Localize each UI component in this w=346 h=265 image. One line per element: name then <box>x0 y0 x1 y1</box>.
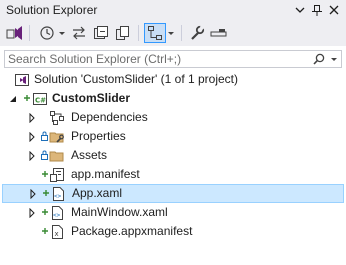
item-label: Dependencies <box>71 110 148 124</box>
preview-button[interactable] <box>210 23 228 43</box>
collapse-all-icon <box>94 26 108 39</box>
sync-icon <box>73 26 85 40</box>
collapsed-arrow-icon[interactable] <box>28 207 36 219</box>
csharp-project-icon: C# <box>32 91 48 107</box>
close-button[interactable] <box>326 2 342 18</box>
chevron-down-icon <box>295 7 305 13</box>
dependencies-icon <box>49 110 65 126</box>
switch-views-button[interactable] <box>6 23 24 43</box>
appxmanifest-file-icon: x <box>49 224 65 240</box>
tree-row-dependencies[interactable]: Dependencies <box>0 108 346 127</box>
tree-row-properties[interactable]: Properties <box>0 127 346 146</box>
search-options-dropdown[interactable] <box>330 54 338 68</box>
item-label: Properties <box>71 129 126 143</box>
item-label: Assets <box>71 148 108 162</box>
project-badge: C# <box>35 97 46 105</box>
tree-row-solution[interactable]: Solution 'CustomSlider' (1 of 1 project) <box>0 70 346 89</box>
tree-row-app-xaml[interactable]: <> App.xaml <box>2 184 344 203</box>
pin-button[interactable] <box>309 2 325 18</box>
collapse-all-button[interactable] <box>92 23 110 43</box>
xaml-file-icon: <> <box>49 205 65 221</box>
tree-row-mainwindow-xaml[interactable]: <> MainWindow.xaml <box>0 203 346 222</box>
svg-text:x: x <box>55 230 59 238</box>
collapsed-arrow-icon[interactable] <box>28 112 36 124</box>
title-bar: Solution Explorer <box>0 0 346 20</box>
add-state-icon <box>22 92 32 104</box>
close-icon <box>329 5 339 15</box>
item-label: app.manifest <box>71 167 140 181</box>
item-label: App.xaml <box>72 186 123 200</box>
search-icon[interactable] <box>313 53 325 68</box>
preview-icon <box>210 29 227 37</box>
solution-label: Solution 'CustomSlider' (1 of 1 project) <box>34 72 239 86</box>
item-label: Package.appxmanifest <box>71 224 193 238</box>
track-active-button[interactable] <box>144 23 166 43</box>
collapsed-arrow-icon[interactable] <box>29 188 37 200</box>
history-icon <box>40 26 54 40</box>
xaml-file-icon: <> <box>50 186 66 202</box>
dropdown-arrow-icon <box>331 58 337 61</box>
manifest-file-icon <box>49 167 65 183</box>
pin-icon <box>312 5 322 16</box>
collapsed-arrow-icon[interactable] <box>28 150 36 162</box>
history-button[interactable] <box>36 23 58 43</box>
window-title: Solution Explorer <box>6 3 98 17</box>
vs-switch-views-icon <box>6 26 22 40</box>
properties-folder-icon <box>49 129 65 145</box>
track-active-icon <box>148 26 162 40</box>
show-all-files-icon <box>116 26 129 40</box>
toolbar <box>0 20 346 46</box>
dropdown-arrow-icon <box>59 32 65 35</box>
expanded-arrow-icon[interactable] <box>9 93 17 103</box>
tree-row-package-appxmanifest[interactable]: x Package.appxmanifest <box>0 222 346 241</box>
svg-text:<>: <> <box>54 193 62 200</box>
window-dropdown-button[interactable] <box>292 2 308 18</box>
dropdown-arrow-icon <box>168 32 174 35</box>
tree-row-app-manifest[interactable]: app.manifest <box>0 165 346 184</box>
history-dropdown[interactable] <box>58 23 66 43</box>
tree-row-project[interactable]: C# CustomSlider <box>0 89 346 108</box>
tree-row-assets[interactable]: Assets <box>0 146 346 165</box>
search-input[interactable] <box>8 51 308 67</box>
solution-icon <box>14 72 30 88</box>
svg-text:<>: <> <box>53 212 61 219</box>
collapsed-arrow-icon[interactable] <box>28 131 36 143</box>
properties-button[interactable] <box>188 23 206 43</box>
item-label: MainWindow.xaml <box>71 205 168 219</box>
properties-wrench-icon <box>191 25 205 40</box>
folder-icon <box>49 148 65 164</box>
track-active-dropdown[interactable] <box>167 23 175 43</box>
show-all-files-button[interactable] <box>114 23 132 43</box>
project-label: CustomSlider <box>52 91 131 105</box>
search-box[interactable] <box>4 50 342 68</box>
sync-button[interactable] <box>70 23 88 43</box>
